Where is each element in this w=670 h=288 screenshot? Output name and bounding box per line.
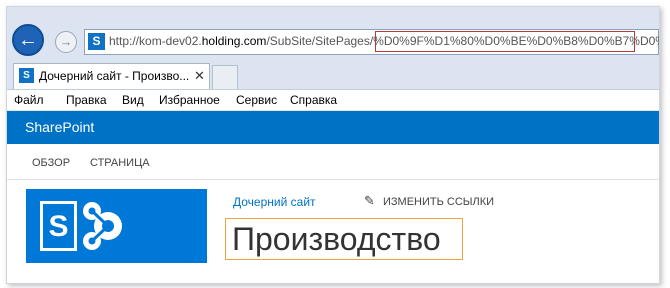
svg-text:S: S <box>48 210 68 243</box>
address-bar[interactable]: S http://kom-dev02.holding.com/SubSite/S… <box>84 29 659 55</box>
breadcrumb-site-link[interactable]: Дочерний сайт <box>233 195 316 209</box>
pencil-icon[interactable]: ✎ <box>364 193 375 209</box>
back-arrow-icon: ← <box>18 29 38 51</box>
tab-strip: S Дочерний сайт - Произво... ✕ <box>7 59 659 90</box>
menu-item-view[interactable]: Вид <box>122 93 144 107</box>
url-prefix: http://kom-dev02. <box>109 34 202 48</box>
sharepoint-logo-icon: S <box>40 201 122 251</box>
url-encoded-segment: %D0%9F%D1%80%D0%BE%D0%B8%D0%B7%D0%B2%D0%… <box>373 34 659 48</box>
menu-item-edit[interactable]: Правка <box>66 93 107 107</box>
tab-browse[interactable]: ОБЗОР <box>32 157 70 169</box>
sharepoint-tab-icon: S <box>19 68 34 83</box>
forward-button[interactable]: → <box>55 31 77 53</box>
menu-item-help[interactable]: Справка <box>290 93 337 107</box>
new-tab-button[interactable] <box>212 65 238 89</box>
menu-item-tools[interactable]: Сервис <box>236 93 277 107</box>
forward-arrow-icon: → <box>59 34 73 49</box>
menu-item-file[interactable]: Файл <box>14 93 44 107</box>
suite-bar-title[interactable]: SharePoint <box>25 119 94 135</box>
site-logo[interactable]: S <box>26 189 207 263</box>
page-title: Производство <box>232 221 441 257</box>
tab-active[interactable]: S Дочерний сайт - Произво... ✕ <box>13 63 210 89</box>
menu-item-favorites[interactable]: Избранное <box>159 93 220 107</box>
url-path: /SubSite/SitePages/ <box>266 34 374 48</box>
suite-bar: SharePoint <box>7 111 659 144</box>
tab-page[interactable]: СТРАНИЦА <box>90 157 150 169</box>
menu-bar: Файл Правка Вид Избранное Сервис Справка <box>7 90 659 111</box>
back-button[interactable]: ← <box>12 24 44 56</box>
tab-title: Дочерний сайт - Произво... <box>39 69 190 83</box>
page-title-highlight: Производство <box>225 218 463 260</box>
url-domain: holding.com <box>201 34 267 48</box>
browser-window: ← → S http://kom-dev02.holding.com/SubSi… <box>6 6 660 284</box>
close-icon[interactable]: ✕ <box>194 68 205 84</box>
sharepoint-favicon-icon: S <box>88 33 105 50</box>
ribbon: ОБЗОР СТРАНИЦА <box>7 144 659 180</box>
edit-links-button[interactable]: ИЗМЕНИТЬ ССЫЛКИ <box>383 196 494 208</box>
address-bar-row: ← → S http://kom-dev02.holding.com/SubSi… <box>7 7 659 59</box>
url-text[interactable]: http://kom-dev02.holding.com/SubSite/Sit… <box>109 34 659 48</box>
